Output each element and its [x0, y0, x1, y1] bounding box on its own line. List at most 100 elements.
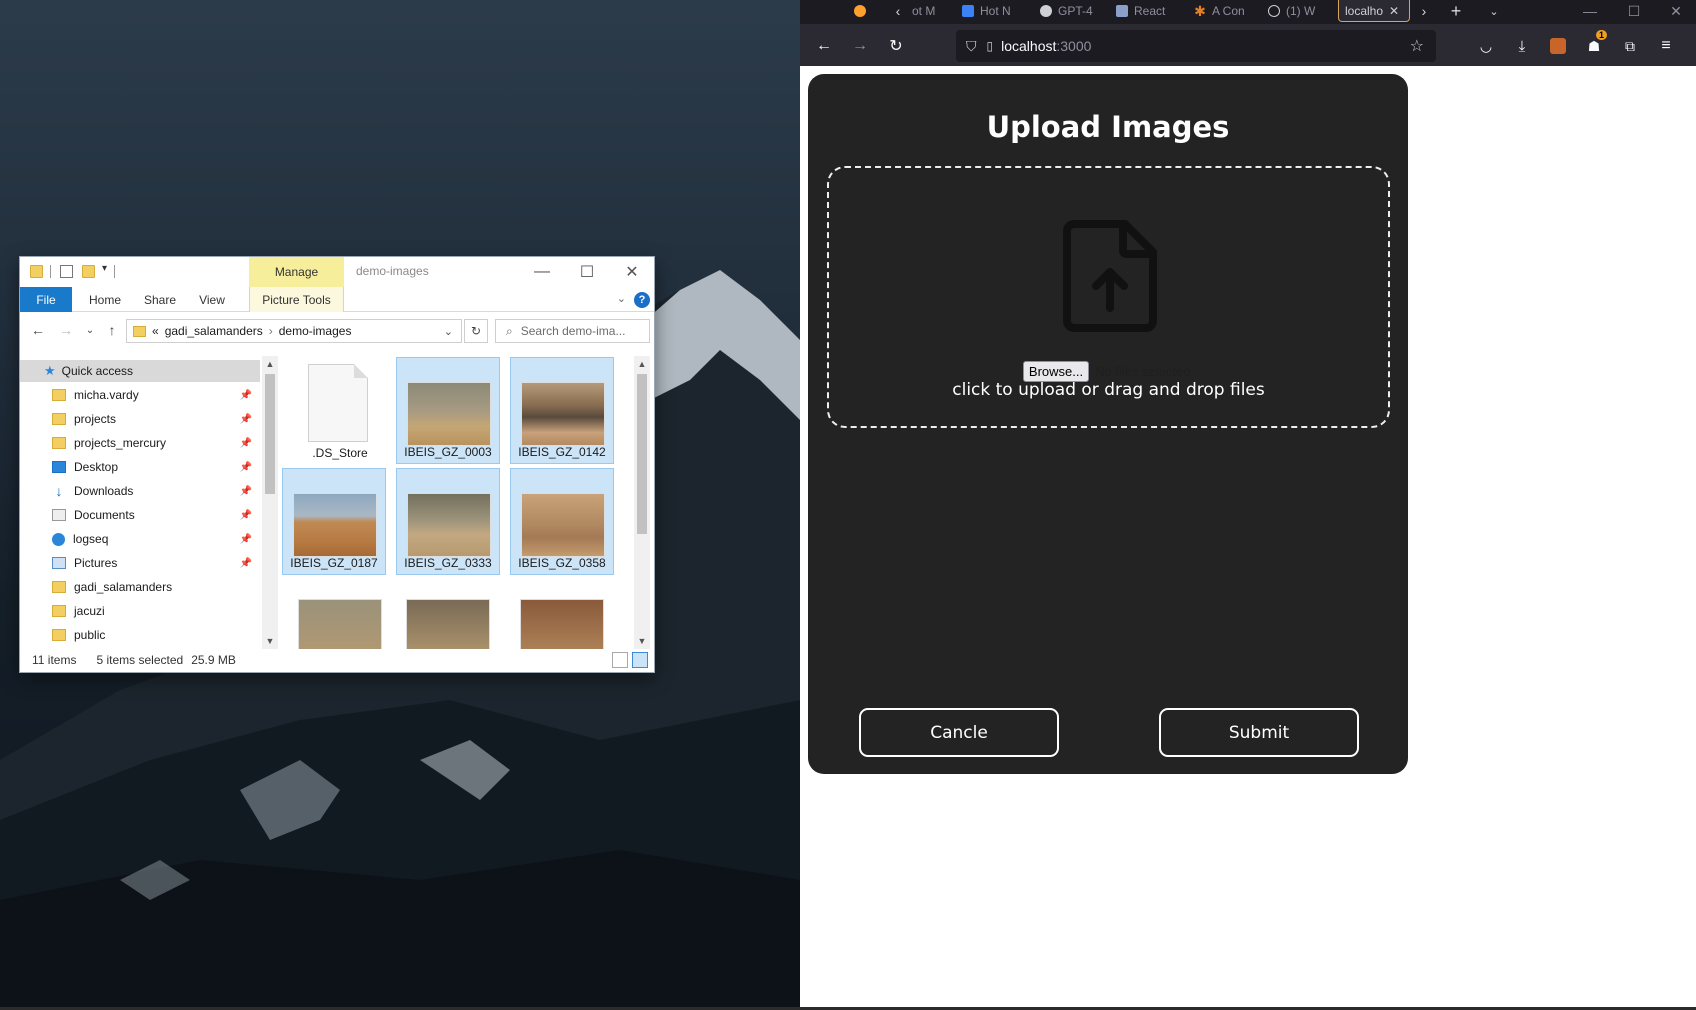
up-arrow-icon[interactable]: ↑ [102, 320, 122, 340]
browse-button[interactable]: Browse... [1022, 361, 1090, 382]
sidebar-item-label: micha.vardy [74, 388, 139, 402]
sidebar-item-documents[interactable]: Documents 📌 [20, 504, 260, 526]
sidebar-item-micha-vardy[interactable]: micha.vardy 📌 [20, 384, 260, 406]
minimize-icon[interactable]: — [1570, 0, 1610, 22]
submit-button[interactable]: Submit [1159, 708, 1359, 757]
search-input[interactable]: ⌕ Search demo-ima... [495, 319, 650, 343]
large-icons-view-icon[interactable] [632, 652, 648, 668]
expand-ribbon-icon[interactable]: ⌄ [617, 292, 626, 305]
tab[interactable]: (1) W [1268, 0, 1340, 22]
downloads-icon[interactable]: ⤓ [1510, 34, 1534, 58]
back-arrow-icon[interactable]: ← [28, 320, 48, 340]
extension-icon[interactable] [1546, 34, 1570, 58]
refresh-icon[interactable]: ↻ [464, 319, 488, 343]
menu-icon[interactable]: ≡ [1654, 34, 1678, 58]
file-item[interactable]: IBEIS_GZ_0187 [282, 468, 386, 575]
tab-label: GPT-4 [1058, 4, 1093, 18]
sidebar-item-quick-access[interactable]: ★ Quick access [20, 360, 260, 382]
pin-icon: 📌 [239, 533, 252, 545]
new-tab-icon[interactable]: + [1444, 0, 1468, 22]
file-item[interactable]: IBEIS_GZ_0003 [396, 357, 500, 464]
scroll-down-icon[interactable]: ▼ [634, 633, 650, 649]
tab-active[interactable]: localho ✕ [1338, 0, 1410, 22]
minimize-icon[interactable]: — [520, 257, 564, 287]
scrollbar-thumb[interactable] [265, 374, 275, 494]
file-item[interactable]: IBEIS_GZ_0333 [396, 468, 500, 575]
scroll-down-icon[interactable]: ▼ [262, 633, 278, 649]
tab-file[interactable]: File [20, 287, 72, 312]
cancel-button[interactable]: Cancle [859, 708, 1059, 757]
sidebar-item-gadi-salamanders[interactable]: gadi_salamanders [20, 576, 260, 598]
logseq-icon [52, 532, 65, 546]
tab[interactable]: ot M [912, 0, 952, 22]
list-all-tabs-icon[interactable]: ⌄ [1482, 0, 1506, 22]
file-item[interactable] [288, 579, 392, 649]
sidebar-item-label: projects_mercury [74, 436, 167, 450]
close-tab-icon[interactable]: ✕ [1389, 4, 1399, 18]
file-item[interactable]: .DS_Store [288, 357, 392, 464]
properties-icon[interactable] [60, 265, 73, 278]
forward-arrow-icon[interactable]: → [56, 320, 76, 340]
drop-zone[interactable]: Browse... No files selected. click to up… [827, 166, 1390, 428]
address-bar[interactable]: « gadi_salamanders › demo-images ⌄ [126, 319, 462, 343]
tab-home[interactable]: Home [84, 287, 126, 312]
back-arrow-icon[interactable]: ← [812, 34, 836, 58]
file-item[interactable]: IBEIS_GZ_0358 [510, 468, 614, 575]
folder-icon [133, 325, 146, 337]
maximize-icon[interactable]: ☐ [565, 257, 609, 287]
recent-locations-icon[interactable]: ⌄ [80, 320, 100, 340]
firefox-view-icon[interactable] [850, 0, 870, 22]
notifications-icon[interactable]: ☗ 1 [1582, 30, 1608, 58]
sidebar-item-logseq[interactable]: logseq 📌 [20, 528, 260, 550]
tab[interactable]: ✱ A Con [1194, 0, 1264, 22]
folder-icon[interactable] [30, 265, 43, 278]
search-placeholder: Search demo-ima... [520, 324, 626, 338]
path-overflow[interactable]: « [152, 324, 159, 338]
scrollbar-thumb[interactable] [637, 374, 647, 534]
file-name: IBEIS_GZ_0142 [518, 445, 606, 459]
file-name: IBEIS_GZ_0187 [290, 556, 378, 570]
ribbon-tabs: File Home Share View Picture Tools ⌄ ? [20, 287, 654, 312]
breadcrumb-demo-images[interactable]: demo-images [279, 324, 352, 338]
navigation-pane-scrollbar[interactable]: ▲ ▼ [262, 356, 278, 649]
reload-icon[interactable]: ↻ [884, 34, 908, 58]
tab[interactable]: GPT-4 [1040, 0, 1112, 22]
tab-view[interactable]: View [192, 287, 232, 312]
new-folder-icon[interactable] [82, 265, 95, 278]
customize-toolbar-icon[interactable]: ▾ [102, 263, 107, 274]
details-view-icon[interactable] [612, 652, 628, 668]
bookmark-star-icon[interactable]: ☆ [1410, 36, 1424, 56]
file-item[interactable] [510, 579, 614, 649]
sidebar-item-pictures[interactable]: Pictures 📌 [20, 552, 260, 574]
tab-manage[interactable]: Manage [249, 257, 344, 287]
page-icon[interactable]: ▯ [987, 39, 994, 53]
pocket-icon[interactable]: ◡ [1474, 34, 1498, 58]
scroll-tabs-right-icon[interactable]: › [1414, 0, 1434, 22]
extensions-puzzle-icon[interactable]: ⧉ [1618, 34, 1642, 58]
sidebar-item-desktop[interactable]: Desktop 📌 [20, 456, 260, 478]
breadcrumb-gadi-salamanders[interactable]: gadi_salamanders [165, 324, 263, 338]
chevron-down-icon[interactable]: ⌄ [444, 325, 453, 338]
tab[interactable]: React [1116, 0, 1186, 22]
maximize-icon[interactable]: ☐ [1614, 0, 1654, 22]
sidebar-item-jacuzi[interactable]: jacuzi [20, 600, 260, 622]
help-icon[interactable]: ? [634, 292, 650, 308]
sidebar-item-projects-mercury[interactable]: projects_mercury 📌 [20, 432, 260, 454]
sidebar-item-projects[interactable]: projects 📌 [20, 408, 260, 430]
file-list-scrollbar[interactable]: ▲ ▼ [634, 356, 650, 649]
shield-icon[interactable]: ⛉ [966, 38, 977, 55]
close-icon[interactable]: ✕ [610, 257, 654, 287]
tab-share[interactable]: Share [138, 287, 182, 312]
tab[interactable]: Hot N [962, 0, 1026, 22]
sidebar-item-downloads[interactable]: ↓ Downloads 📌 [20, 480, 260, 502]
tab-picture-tools[interactable]: Picture Tools [249, 287, 344, 312]
scroll-up-icon[interactable]: ▲ [262, 356, 278, 372]
scroll-tabs-left-icon[interactable]: ‹ [888, 0, 908, 22]
url-bar[interactable]: ⛉ ▯ localhost :3000 ☆ [956, 30, 1436, 62]
scroll-up-icon[interactable]: ▲ [634, 356, 650, 372]
file-item[interactable] [396, 579, 500, 649]
sidebar-item-public[interactable]: public [20, 624, 260, 646]
close-window-icon[interactable]: ✕ [1656, 0, 1696, 22]
file-item[interactable]: IBEIS_GZ_0142 [510, 357, 614, 464]
forward-arrow-icon[interactable]: → [848, 34, 872, 58]
